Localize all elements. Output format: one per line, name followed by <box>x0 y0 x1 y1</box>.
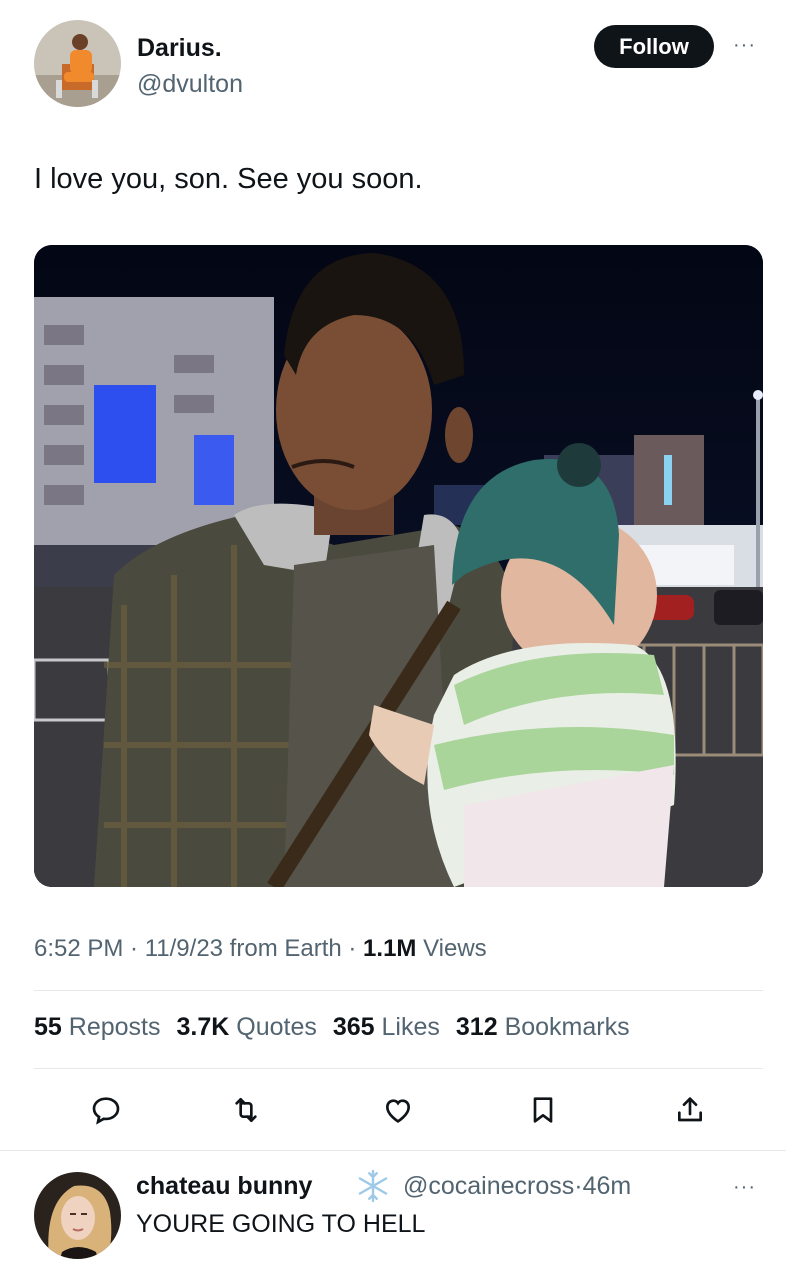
reply-time[interactable]: 46m <box>583 1172 632 1200</box>
repost-icon[interactable] <box>226 1090 266 1130</box>
engagement-stats: 55 Reposts 3.7K Quotes 365 Likes 312 Boo… <box>34 1013 630 1042</box>
reply-author-name[interactable]: chateau bunny <box>136 1172 312 1201</box>
reply-handle[interactable]: @cocainecross <box>403 1172 574 1200</box>
views-count: 1.1M <box>363 935 417 962</box>
reply-avatar[interactable] <box>34 1172 121 1259</box>
reply-author-handle: @cocainecross·46m <box>403 1172 631 1201</box>
author-name[interactable]: Darius. <box>137 34 222 63</box>
quotes-label: Quotes <box>236 1013 317 1041</box>
reply-more-options-icon[interactable]: ··· <box>733 1176 756 1199</box>
likes-stat[interactable]: 365 Likes <box>333 1013 440 1042</box>
likes-label: Likes <box>381 1013 440 1041</box>
reposts-count: 55 <box>34 1013 62 1041</box>
meta-separator: · <box>123 935 145 962</box>
snowflake-icon <box>355 1168 391 1204</box>
reply-icon[interactable] <box>86 1090 126 1130</box>
views-label: Views <box>416 935 487 962</box>
follow-button[interactable]: Follow <box>594 25 714 68</box>
author-handle[interactable]: @dvulton <box>137 70 243 99</box>
tweet-text: I love you, son. See you soon. <box>34 163 423 195</box>
quotes-stat[interactable]: 3.7K Quotes <box>176 1013 316 1042</box>
like-icon[interactable] <box>378 1090 418 1130</box>
tweet-time[interactable]: 6:52 PM <box>34 935 123 962</box>
bookmarks-stat[interactable]: 312 Bookmarks <box>456 1013 630 1042</box>
bookmarks-label: Bookmarks <box>504 1013 630 1041</box>
reposts-stat[interactable]: 55 Reposts <box>34 1013 160 1042</box>
quotes-count: 3.7K <box>176 1013 230 1041</box>
tweet-source: from Earth <box>223 935 342 962</box>
tweet-meta: 6:52 PM · 11/9/23 from Earth · 1.1M View… <box>34 935 487 963</box>
meta-separator: · <box>341 935 364 962</box>
reply-text: YOURE GOING TO HELL <box>136 1210 426 1238</box>
tweet-photo[interactable] <box>34 245 763 887</box>
reply-separator: · <box>574 1172 583 1200</box>
author-avatar[interactable] <box>34 20 121 107</box>
more-options-icon[interactable]: ··· <box>733 34 756 57</box>
share-icon[interactable] <box>670 1090 710 1130</box>
divider <box>34 1068 763 1069</box>
reposts-label: Reposts <box>68 1013 161 1041</box>
bookmarks-count: 312 <box>455 1013 498 1041</box>
divider <box>34 990 763 991</box>
likes-count: 365 <box>332 1013 375 1041</box>
divider <box>0 1150 786 1151</box>
bookmark-icon[interactable] <box>523 1090 563 1130</box>
tweet-date[interactable]: 11/9/23 <box>145 935 223 962</box>
